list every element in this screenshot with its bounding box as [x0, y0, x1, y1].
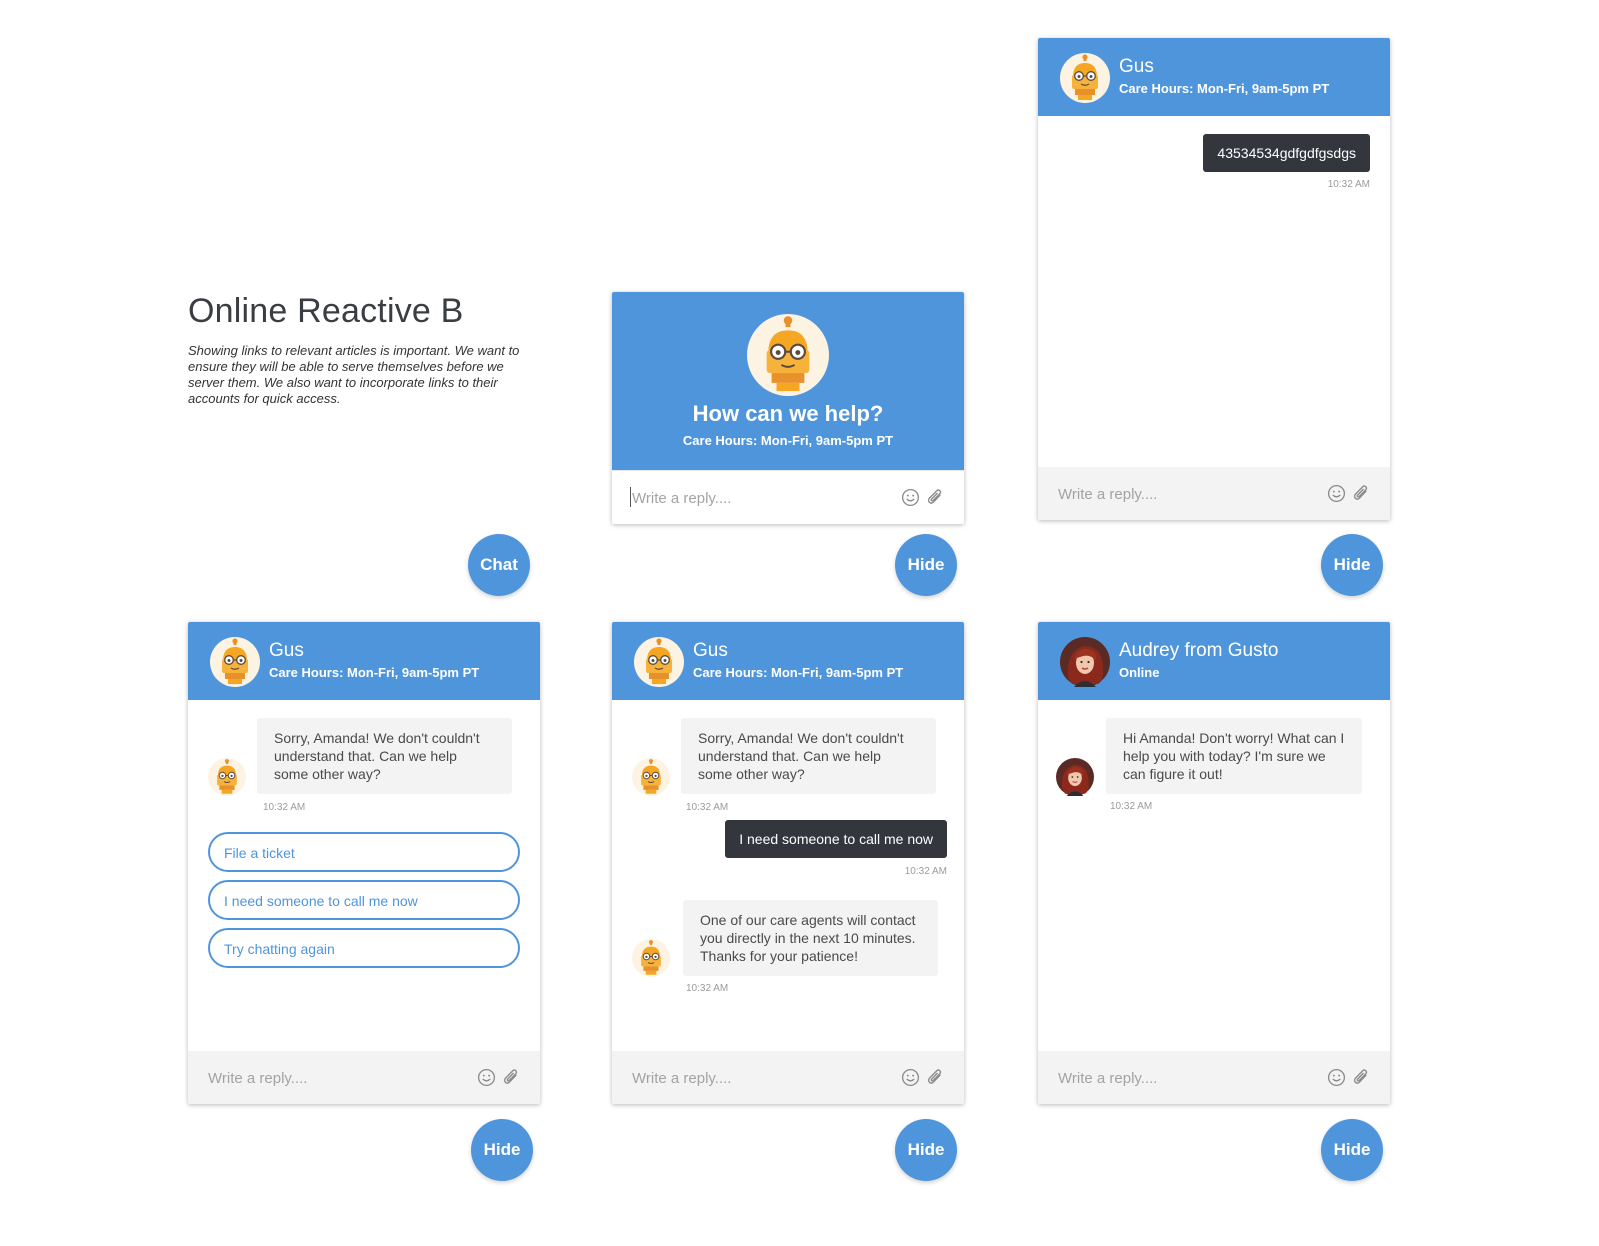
robot-avatar-icon: [210, 637, 260, 687]
reply-input[interactable]: [1056, 481, 1310, 507]
paperclip-icon[interactable]: [926, 487, 944, 507]
message-list: Sorry, Amanda! We don't couldn't underst…: [188, 700, 540, 1051]
reply-input[interactable]: [630, 485, 884, 511]
user-message-bubble: 43534534gdfgdfgsdgs: [1203, 134, 1370, 172]
robot-avatar-icon: [1060, 53, 1110, 103]
widget-header: How can we help? Care Hours: Mon-Fri, 9a…: [612, 292, 964, 470]
smiley-icon[interactable]: [901, 1068, 920, 1087]
widget-header: Gus Care Hours: Mon-Fri, 9am-5pm PT: [612, 622, 964, 700]
composer: [1038, 467, 1390, 520]
bot-name: Gus: [269, 640, 304, 661]
robot-avatar-icon: [208, 758, 246, 796]
chat-widget-user-message: Gus Care Hours: Mon-Fri, 9am-5pm PT 4353…: [1038, 38, 1390, 520]
paperclip-icon[interactable]: [502, 1067, 520, 1087]
hide-button[interactable]: Hide: [895, 534, 957, 596]
widget-header: Gus Care Hours: Mon-Fri, 9am-5pm PT: [1038, 38, 1390, 116]
hide-button[interactable]: Hide: [1321, 1119, 1383, 1181]
reply-input[interactable]: [206, 1065, 460, 1091]
care-hours: Care Hours: Mon-Fri, 9am-5pm PT: [269, 665, 480, 680]
agent-avatar: [1060, 637, 1110, 687]
page-title: Online Reactive B: [188, 292, 464, 330]
page-description: Showing links to relevant articles is im…: [188, 343, 520, 406]
widget-header: Audrey from Gusto Online: [1038, 622, 1390, 700]
bot-message-bubble: One of our care agents will contact you …: [683, 900, 938, 976]
paperclip-icon[interactable]: [1352, 1067, 1370, 1087]
reply-input[interactable]: [630, 1065, 884, 1091]
chat-button[interactable]: Chat: [468, 534, 530, 596]
message-timestamp: 10:32 AM: [904, 866, 947, 877]
hide-button[interactable]: Hide: [471, 1119, 533, 1181]
reply-input[interactable]: [1056, 1065, 1310, 1091]
message-list: Hi Amanda! Don't worry! What can I help …: [1038, 700, 1390, 1051]
bot-name: Gus: [693, 640, 728, 661]
message-list: Sorry, Amanda! We don't couldn't underst…: [612, 700, 964, 1051]
message-timestamp: 10:32 AM: [263, 802, 306, 813]
agent-status: Online: [1119, 665, 1160, 680]
bot-message-bubble: Sorry, Amanda! We don't couldn't underst…: [257, 718, 512, 794]
message-timestamp: 10:32 AM: [1327, 179, 1370, 190]
smiley-icon[interactable]: [901, 488, 920, 507]
bot-message-bubble: Sorry, Amanda! We don't couldn't underst…: [681, 718, 936, 794]
message-timestamp: 10:32 AM: [686, 983, 729, 994]
chat-widget-agent: Audrey from Gusto Online Hi Amanda! Don'…: [1038, 622, 1390, 1104]
widget-header: Gus Care Hours: Mon-Fri, 9am-5pm PT: [188, 622, 540, 700]
smiley-icon[interactable]: [477, 1068, 496, 1087]
robot-avatar-icon: [634, 637, 684, 687]
user-message-bubble: I need someone to call me now: [725, 820, 947, 858]
option-try-again[interactable]: Try chatting again: [208, 928, 520, 968]
hide-button[interactable]: Hide: [1321, 534, 1383, 596]
robot-avatar-icon: [632, 758, 670, 796]
robot-avatar-icon: [632, 939, 670, 977]
composer: [188, 1051, 540, 1104]
care-hours: Care Hours: Mon-Fri, 9am-5pm PT: [1119, 81, 1330, 96]
composer: [612, 470, 964, 524]
message-timestamp: 10:32 AM: [1110, 801, 1153, 812]
care-hours: Care Hours: Mon-Fri, 9am-5pm PT: [693, 665, 904, 680]
agent-avatar: [1056, 758, 1094, 796]
chat-widget-callback: Gus Care Hours: Mon-Fri, 9am-5pm PT Sorr…: [612, 622, 964, 1104]
paperclip-icon[interactable]: [1352, 483, 1370, 503]
paperclip-icon[interactable]: [926, 1067, 944, 1087]
chat-widget-options: Gus Care Hours: Mon-Fri, 9am-5pm PT Sorr…: [188, 622, 540, 1104]
message-timestamp: 10:32 AM: [686, 802, 729, 813]
smiley-icon[interactable]: [1327, 484, 1346, 503]
bot-name: Gus: [1119, 56, 1154, 77]
composer: [1038, 1051, 1390, 1104]
agent-message-bubble: Hi Amanda! Don't worry! What can I help …: [1106, 718, 1362, 794]
hide-button[interactable]: Hide: [895, 1119, 957, 1181]
welcome-title: How can we help?: [692, 401, 884, 426]
care-hours: Care Hours: Mon-Fri, 9am-5pm PT: [682, 433, 894, 448]
option-call-me[interactable]: I need someone to call me now: [208, 880, 520, 920]
composer: [612, 1051, 964, 1104]
message-list: 43534534gdfgdfgsdgs 10:32 AM: [1038, 116, 1390, 467]
agent-name: Audrey from Gusto: [1119, 640, 1279, 661]
option-file-ticket[interactable]: File a ticket: [208, 832, 520, 872]
smiley-icon[interactable]: [1327, 1068, 1346, 1087]
chat-widget-welcome: How can we help? Care Hours: Mon-Fri, 9a…: [612, 292, 964, 524]
robot-avatar-icon: [747, 314, 829, 396]
